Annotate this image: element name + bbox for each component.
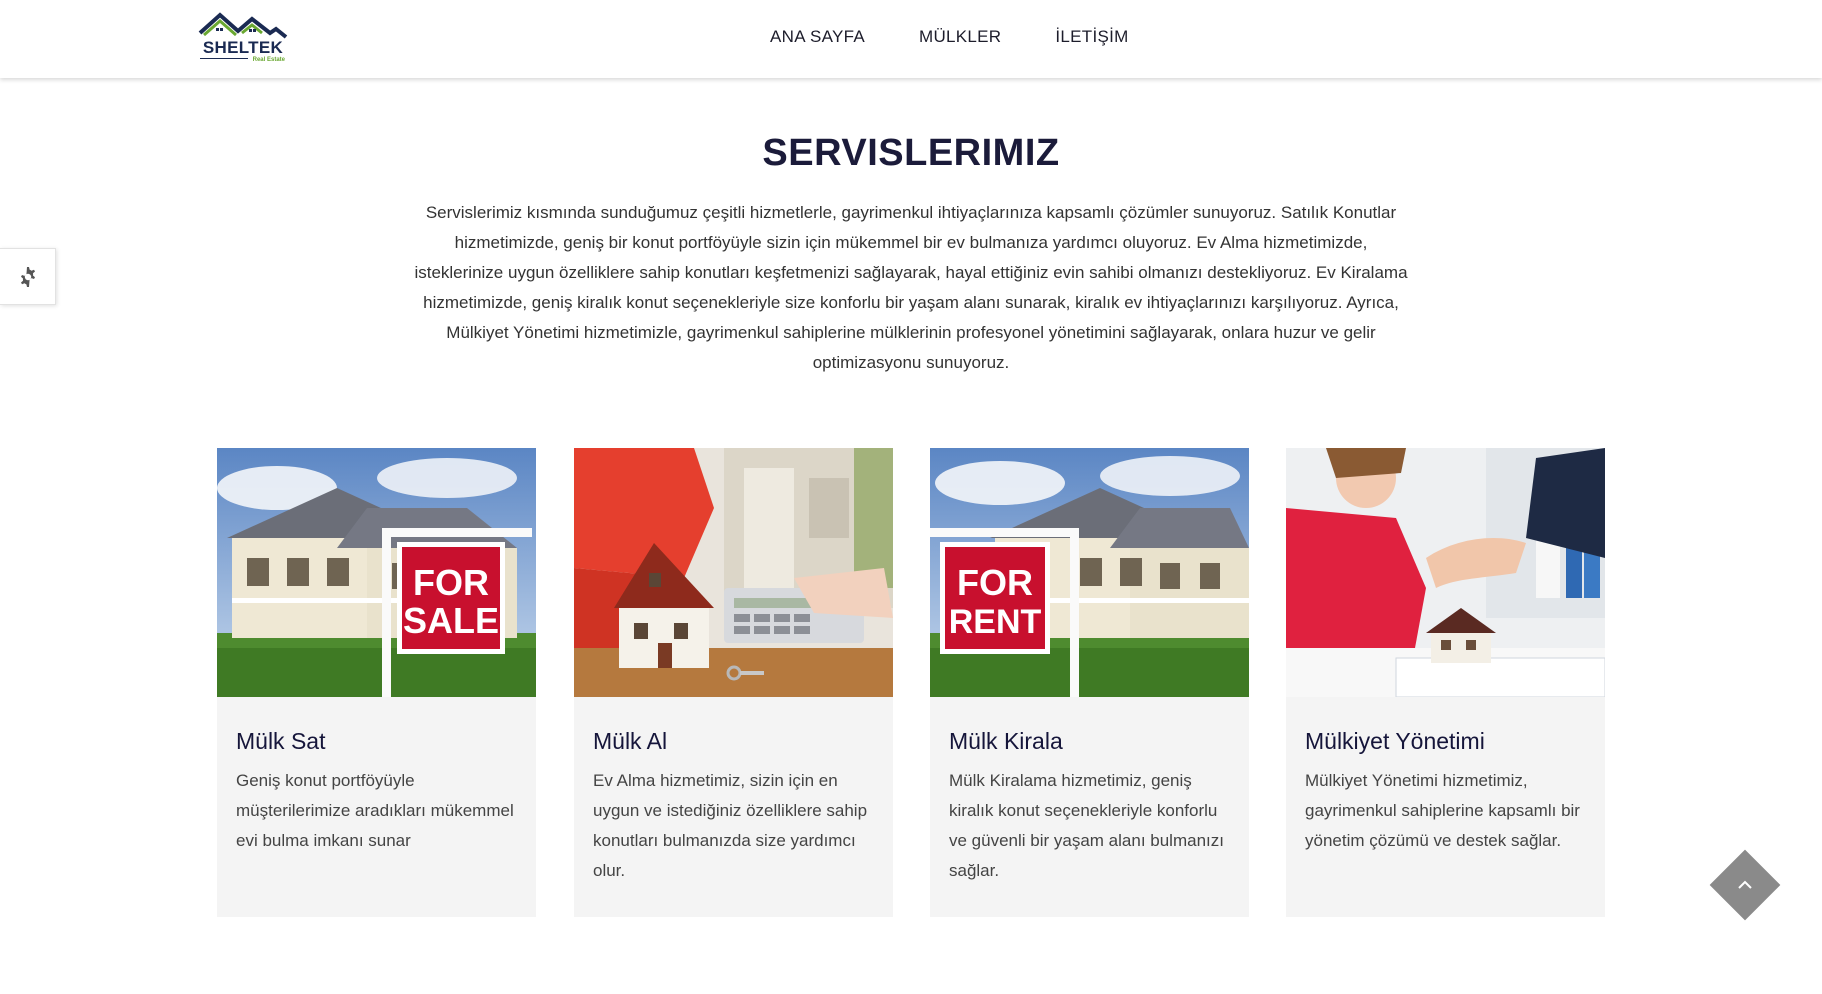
for-rent-house-image: FOR RENT	[930, 448, 1249, 697]
site-logo[interactable]: SHELTEK Real Estate	[198, 11, 288, 67]
gear-icon	[20, 266, 35, 287]
logo-tagline: Real Estate	[252, 57, 285, 63]
card-title: Mülk Sat	[236, 728, 326, 754]
service-card-rent[interactable]: FOR RENT Mülk Kirala Mülk Kiralama hizme…	[930, 448, 1249, 917]
service-card-buy[interactable]: Mülk Al Ev Alma hizmetimiz, sizin için e…	[574, 448, 893, 917]
card-title: Mülkiyet Yönetimi	[1305, 728, 1485, 754]
service-card-management[interactable]: Mülkiyet Yönetimi Mülkiyet Yönetimi hizm…	[1286, 448, 1605, 917]
nav-link-contact[interactable]: İLETİŞİM	[1055, 26, 1128, 48]
nav-link-properties[interactable]: MÜLKLER	[919, 26, 1001, 48]
service-card-sell[interactable]: FOR SALE Mülk Sat Geniş konut portföyüyl…	[217, 448, 536, 917]
card-title: Mülk Al	[593, 728, 668, 754]
sign-text-line2: SALE	[403, 600, 499, 641]
house-roof-icon	[198, 12, 288, 39]
card-text: Mülk Kiralama hizmetimiz, geniş kiralık …	[949, 771, 1224, 880]
chevron-up-icon	[1738, 880, 1752, 889]
section-title: SERVISLERIMIZ	[762, 132, 1060, 174]
card-text: Geniş konut portföyüyle müşterilerimize …	[236, 771, 514, 850]
for-sale-house-image: FOR SALE	[217, 448, 536, 697]
main-nav: ANA SAYFA MÜLKLER İLETİŞİM	[770, 26, 1183, 48]
sign-text-line1: FOR	[957, 562, 1033, 603]
card-title: Mülk Kirala	[949, 728, 1063, 754]
logo-divider	[200, 58, 248, 59]
site-header: SHELTEK Real Estate ANA SAYFA MÜLKLER İL…	[0, 0, 1822, 78]
sign-text-line2: RENT	[949, 603, 1042, 641]
settings-toggle-button[interactable]	[0, 248, 56, 305]
handshake-house-image	[1286, 448, 1605, 697]
card-text: Ev Alma hizmetimiz, sizin için en uygun …	[593, 771, 868, 880]
sign-text-line1: FOR	[413, 562, 489, 603]
logo-wordmark: SHELTEK	[202, 38, 284, 57]
nav-link-home[interactable]: ANA SAYFA	[770, 26, 865, 48]
scroll-to-top-button[interactable]	[1709, 849, 1781, 921]
card-text: Mülkiyet Yönetimi hizmetimiz, gayrimenku…	[1305, 771, 1580, 850]
section-description: Servislerimiz kısmında sunduğumuz çeşitl…	[414, 203, 1408, 372]
house-model-calculator-image	[574, 448, 893, 697]
